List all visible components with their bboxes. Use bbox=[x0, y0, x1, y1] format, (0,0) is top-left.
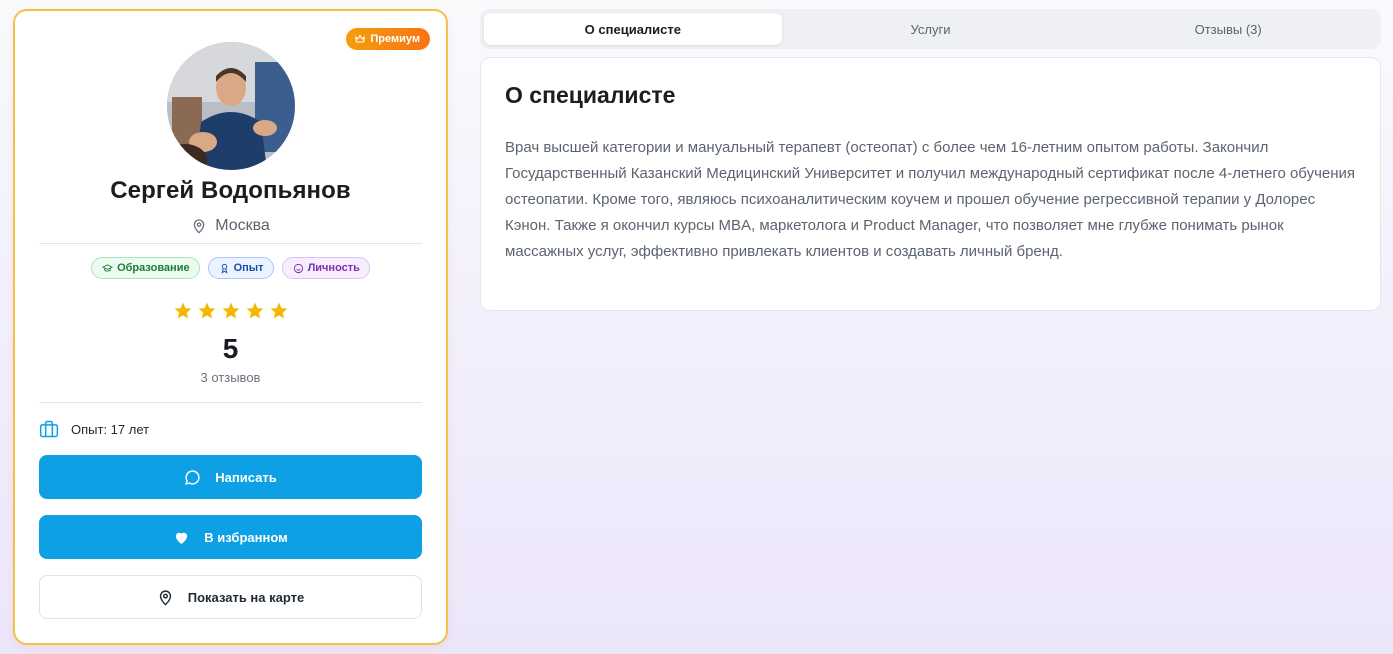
divider bbox=[39, 243, 422, 244]
premium-badge: Премиум bbox=[346, 28, 430, 50]
tag-label: Образование bbox=[117, 262, 190, 274]
tag-experience[interactable]: Опыт bbox=[207, 257, 274, 279]
avatar bbox=[167, 42, 295, 170]
city-label: Москва bbox=[215, 217, 270, 234]
graduation-cap-icon bbox=[102, 263, 114, 271]
message-button-label: Написать bbox=[215, 469, 277, 485]
rating-stars bbox=[15, 301, 446, 321]
briefcase-icon bbox=[39, 420, 59, 438]
message-button[interactable]: Написать bbox=[39, 455, 422, 499]
favorite-button-label: В избранном bbox=[204, 529, 288, 545]
specialist-name: Сергей Водопьянов bbox=[110, 177, 351, 204]
tag-personality[interactable]: Личность bbox=[281, 257, 370, 279]
star-icon bbox=[270, 302, 287, 319]
crown-icon bbox=[355, 34, 366, 43]
experience-info: Опыт: 17 лет bbox=[39, 419, 149, 439]
rating-value: 5 bbox=[222, 333, 239, 364]
show-on-map-button[interactable]: Показать на карте bbox=[39, 575, 422, 619]
award-icon bbox=[221, 263, 228, 274]
divider bbox=[39, 402, 422, 403]
tag-education[interactable]: Образование bbox=[91, 257, 200, 279]
star-icon bbox=[246, 302, 263, 319]
heart-icon bbox=[176, 532, 188, 544]
tag-label: Опыт bbox=[233, 262, 264, 274]
chat-bubble-icon bbox=[185, 469, 200, 485]
smile-icon bbox=[293, 263, 303, 273]
show-on-map-label: Показать на карте bbox=[187, 589, 305, 605]
avatar-photo bbox=[167, 42, 295, 170]
premium-label: Премиум bbox=[370, 33, 420, 45]
star-icon bbox=[198, 302, 215, 319]
about-text: Врач высшей категории и мануальный терап… bbox=[505, 139, 1356, 260]
specialist-profile-card: Премиум Сергей Водопьянов Москва Образов… bbox=[13, 9, 448, 645]
tag-label: Личность bbox=[307, 262, 360, 274]
profile-tabs: О специалисте Услуги Отзывы (3) bbox=[480, 9, 1381, 49]
tab-services[interactable]: Услуги bbox=[782, 13, 1080, 45]
tags: Образование Опыт Личность bbox=[15, 257, 446, 279]
experience-label: Опыт: 17 лет bbox=[71, 421, 150, 437]
about-title: О специалисте bbox=[505, 82, 676, 108]
about-section: О специалисте Врач высшей категории и ма… bbox=[480, 57, 1381, 311]
star-icon bbox=[174, 302, 191, 319]
tab-reviews[interactable]: Отзывы (3) bbox=[1079, 13, 1377, 45]
review-count: 3 отзывов bbox=[200, 370, 261, 385]
location: Москва bbox=[15, 217, 446, 235]
map-pin-icon bbox=[193, 219, 205, 234]
tab-about[interactable]: О специалисте bbox=[484, 13, 782, 45]
map-pin-icon bbox=[159, 589, 171, 606]
star-icon bbox=[222, 302, 239, 319]
favorite-button[interactable]: В избранном bbox=[39, 515, 422, 559]
